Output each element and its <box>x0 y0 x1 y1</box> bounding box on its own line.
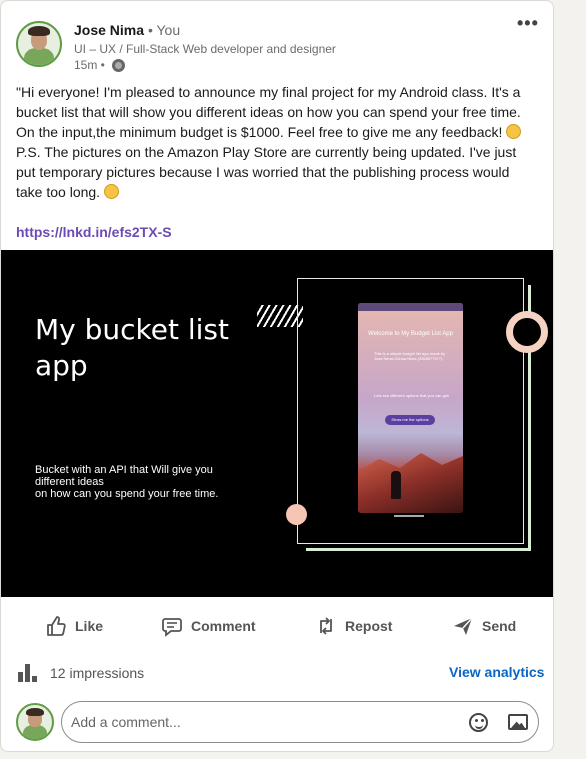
post-body-line: put temporary pictures because I was wor… <box>16 164 510 180</box>
post-body-line: P.S. The pictures on the Amazon Play Sto… <box>16 144 517 160</box>
like-label: Like <box>75 618 104 634</box>
phone-home-indicator <box>394 515 424 517</box>
comment-icon <box>161 615 183 637</box>
repost-label: Repost <box>345 618 393 634</box>
like-icon <box>45 615 67 637</box>
comment-label: Comment <box>191 618 256 634</box>
comment-box <box>61 701 539 743</box>
repost-button[interactable]: Repost <box>315 615 392 637</box>
post-body-line: On the input,the minimum budget is $1000… <box>16 122 536 142</box>
post-meta: 15m • <box>74 58 125 72</box>
decorative-dot <box>286 504 307 525</box>
globe-icon <box>111 58 125 72</box>
view-analytics-link[interactable]: View analytics <box>449 664 544 680</box>
author-name[interactable]: Jose Nima <box>74 22 144 38</box>
author-relation: • You <box>147 22 181 38</box>
author-avatar[interactable] <box>16 21 62 67</box>
author-headline: UI – UX / Full-Stack Web developer and d… <box>74 42 336 56</box>
media-title: My bucket list app <box>35 313 229 382</box>
post-card: Jose Nima • You UI – UX / Full-Stack Web… <box>0 0 554 752</box>
post-body-line: take too long. <box>16 182 536 202</box>
impressions[interactable]: 12 impressions <box>18 664 144 682</box>
post-body-line: "Hi everyone! I'm pleased to announce my… <box>16 84 521 100</box>
image-icon[interactable] <box>508 714 528 730</box>
phone-text: This is a simple budget list app made by… <box>374 351 446 361</box>
author-line: Jose Nima • You <box>74 22 180 38</box>
more-options-button[interactable]: ••• <box>517 13 539 34</box>
post-body-line: bucket list that will show you different… <box>16 104 521 120</box>
action-bar: Like Comment Repost Send <box>1 607 553 643</box>
phone-text-2: Lets see different options that you can … <box>374 393 450 398</box>
emoji-icon[interactable] <box>469 713 488 732</box>
phone-screenshot: Welcome to My Budget List App This is a … <box>358 303 463 513</box>
phone-button: Show me the options <box>385 415 435 425</box>
repost-icon <box>315 615 337 637</box>
post-time: 15m • <box>74 58 105 72</box>
send-label: Send <box>482 618 517 634</box>
post-link[interactable]: https://lnkd.in/efs2TX-S <box>16 224 172 240</box>
post-media[interactable]: My bucket list app Bucket with an API th… <box>1 250 553 597</box>
comment-button[interactable]: Comment <box>161 615 256 637</box>
like-button[interactable]: Like <box>45 615 103 637</box>
phone-title: Welcome to My Budget List App <box>368 331 453 337</box>
post-body: "Hi everyone! I'm pleased to announce my… <box>16 82 536 202</box>
media-description: Bucket with an API that Will give you di… <box>35 464 219 500</box>
smile-emoji-icon <box>506 124 522 139</box>
decorative-ring <box>506 311 548 353</box>
impressions-count: 12 impressions <box>50 665 145 681</box>
commenter-avatar <box>16 703 54 741</box>
send-icon <box>452 615 474 637</box>
comment-input[interactable] <box>62 702 452 742</box>
grin-emoji-icon <box>103 184 119 199</box>
send-button[interactable]: Send <box>452 615 516 637</box>
impressions-icon <box>18 664 38 682</box>
